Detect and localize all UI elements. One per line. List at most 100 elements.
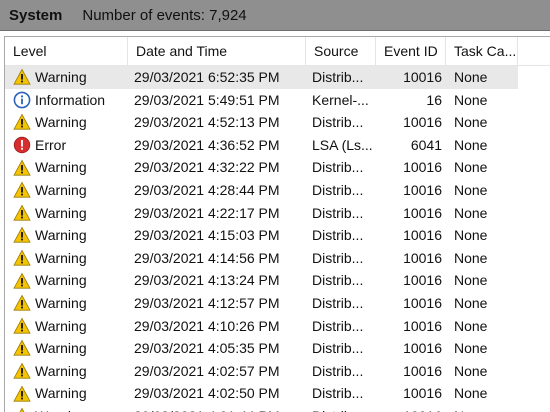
table-row[interactable]: Warning 29/03/2021 4:12:57 PM Distrib... 10… bbox=[5, 292, 550, 315]
level-cell: Warning bbox=[13, 360, 128, 383]
task-category-cell: None bbox=[454, 295, 488, 311]
level-label: Warning bbox=[35, 159, 87, 176]
column-header-date-time[interactable]: Date and Time bbox=[128, 37, 306, 65]
column-header-task-category[interactable]: Task Ca... bbox=[446, 37, 518, 65]
table-row[interactable]: Warning 29/03/2021 4:01:44 PM Distrib... 10… bbox=[5, 405, 550, 412]
date-time-cell: 29/03/2021 5:49:51 PM bbox=[134, 91, 280, 108]
source-cell: Distrib... bbox=[312, 69, 364, 85]
event-id-cell: 10016 bbox=[403, 182, 442, 198]
level-label: Warning bbox=[35, 295, 87, 311]
event-id-cell: 10016 bbox=[403, 385, 442, 402]
level-cell: Warning bbox=[13, 156, 128, 179]
date-time-cell: 29/03/2021 4:01:44 PM bbox=[134, 405, 306, 412]
source-cell: Distrib... bbox=[312, 204, 364, 221]
event-id-cell: 10016 bbox=[403, 114, 442, 131]
warning-icon bbox=[13, 339, 31, 357]
level-cell: Warning bbox=[13, 202, 128, 225]
source-cell: Distrib... bbox=[312, 272, 364, 289]
event-id-cell: 16 bbox=[426, 91, 442, 108]
warning-icon bbox=[13, 68, 31, 86]
source-cell: LSA (Ls... bbox=[312, 136, 373, 153]
level-label: Warning bbox=[35, 204, 87, 221]
table-row[interactable]: Warning 29/03/2021 4:52:13 PM Distrib... 10… bbox=[5, 111, 550, 134]
table-row[interactable]: Warning 29/03/2021 4:22:17 PM Distrib... 10… bbox=[5, 202, 550, 225]
warning-icon bbox=[13, 159, 31, 177]
task-category-cell: None bbox=[454, 204, 488, 221]
source-cell: Distrib... bbox=[312, 227, 364, 244]
level-cell: Warning bbox=[13, 337, 128, 360]
column-header-event-id[interactable]: Event ID bbox=[376, 37, 446, 65]
table-row[interactable]: Error 29/03/2021 4:36:52 PM LSA (Ls... 6041… bbox=[5, 134, 550, 157]
task-category-cell: None bbox=[454, 385, 488, 402]
source-cell: Distrib... bbox=[312, 182, 364, 198]
table-row[interactable]: Warning 29/03/2021 4:10:26 PM Distrib... 10… bbox=[5, 315, 550, 338]
table-row[interactable]: Warning 29/03/2021 4:05:35 PM Distrib... 10… bbox=[5, 337, 550, 360]
level-label: Warning bbox=[35, 405, 87, 412]
task-category-cell: None bbox=[454, 182, 488, 198]
table-row[interactable]: Warning 29/03/2021 4:32:22 PM Distrib... 10… bbox=[5, 156, 550, 179]
table-row[interactable]: Warning 29/03/2021 4:28:44 PM Distrib... 10… bbox=[5, 179, 550, 202]
column-header-row: Level Date and Time Source Event ID Task… bbox=[5, 37, 550, 66]
event-id-cell: 10016 bbox=[403, 159, 442, 176]
event-id-cell: 10016 bbox=[403, 362, 442, 379]
column-header-source[interactable]: Source bbox=[306, 37, 376, 65]
task-category-cell: None bbox=[454, 69, 488, 85]
date-time-cell: 29/03/2021 4:02:50 PM bbox=[134, 385, 280, 402]
table-row[interactable]: Warning 29/03/2021 6:52:35 PM Distrib... 10… bbox=[5, 66, 518, 89]
task-category-cell: None bbox=[454, 91, 488, 108]
source-cell: Distrib... bbox=[312, 362, 364, 379]
level-label: Warning bbox=[35, 227, 87, 244]
table-row[interactable]: Warning 29/03/2021 4:02:57 PM Distrib... 10… bbox=[5, 360, 550, 383]
warning-icon bbox=[13, 113, 31, 131]
event-id-cell: 10016 bbox=[403, 249, 442, 266]
date-time-cell: 29/03/2021 4:05:35 PM bbox=[134, 340, 280, 357]
table-row[interactable]: Warning 29/03/2021 4:15:03 PM Distrib... 10… bbox=[5, 224, 550, 247]
date-time-cell: 29/03/2021 4:12:57 PM bbox=[134, 295, 280, 311]
task-category-cell: None bbox=[454, 272, 488, 289]
event-id-cell: 10016 bbox=[403, 317, 442, 334]
date-time-cell: 29/03/2021 4:28:44 PM bbox=[134, 182, 280, 198]
warning-icon bbox=[13, 362, 31, 380]
source-cell: Distrib... bbox=[312, 114, 364, 131]
task-category-cell: None bbox=[454, 136, 488, 153]
task-category-cell: None bbox=[454, 249, 488, 266]
date-time-cell: 29/03/2021 4:52:13 PM bbox=[134, 114, 280, 131]
source-cell: Distrib... bbox=[312, 249, 364, 266]
warning-icon bbox=[13, 181, 31, 199]
level-cell: Error bbox=[13, 134, 128, 157]
level-cell: Warning bbox=[13, 66, 128, 89]
event-id-cell: 10016 bbox=[403, 272, 442, 289]
level-label: Information bbox=[35, 91, 106, 108]
level-cell: Warning bbox=[13, 179, 128, 202]
event-id-cell: 10016 bbox=[403, 204, 442, 221]
source-cell: Distrib... bbox=[312, 385, 364, 402]
warning-icon bbox=[13, 294, 31, 312]
warning-icon bbox=[13, 204, 31, 222]
level-cell: Warning bbox=[13, 382, 128, 405]
event-id-cell: 10016 bbox=[403, 69, 442, 85]
source-cell: Kernel-... bbox=[312, 91, 369, 108]
events-table: Level Date and Time Source Event ID Task… bbox=[4, 36, 550, 412]
level-cell: Warning bbox=[13, 111, 128, 134]
level-label: Warning bbox=[35, 249, 87, 266]
column-header-level[interactable]: Level bbox=[5, 37, 128, 65]
table-row[interactable]: Warning 29/03/2021 4:13:24 PM Distrib... 10… bbox=[5, 269, 550, 292]
source-cell: Distrib... bbox=[312, 159, 364, 176]
source-cell: Distrib... bbox=[312, 405, 378, 412]
warning-icon bbox=[13, 226, 31, 244]
date-time-cell: 29/03/2021 4:15:03 PM bbox=[134, 227, 280, 244]
event-id-cell: 6041 bbox=[410, 136, 442, 153]
table-row[interactable]: Warning 29/03/2021 4:02:50 PM Distrib... 10… bbox=[5, 382, 550, 405]
warning-icon bbox=[13, 272, 31, 290]
date-time-cell: 29/03/2021 4:10:26 PM bbox=[134, 317, 280, 334]
warning-icon bbox=[13, 385, 31, 403]
table-row[interactable]: Information 29/03/2021 5:49:51 PM Kernel-.… bbox=[5, 89, 550, 112]
level-cell: Warning bbox=[13, 405, 128, 412]
event-count: Number of events: 7,924 bbox=[82, 6, 247, 24]
source-cell: Distrib... bbox=[312, 295, 364, 311]
event-id-cell: 10016 bbox=[403, 340, 442, 357]
date-time-cell: 29/03/2021 4:32:22 PM bbox=[134, 159, 280, 176]
task-category-cell: None bbox=[454, 114, 488, 131]
warning-icon bbox=[13, 317, 31, 335]
table-row[interactable]: Warning 29/03/2021 4:14:56 PM Distrib... 10… bbox=[5, 247, 550, 270]
